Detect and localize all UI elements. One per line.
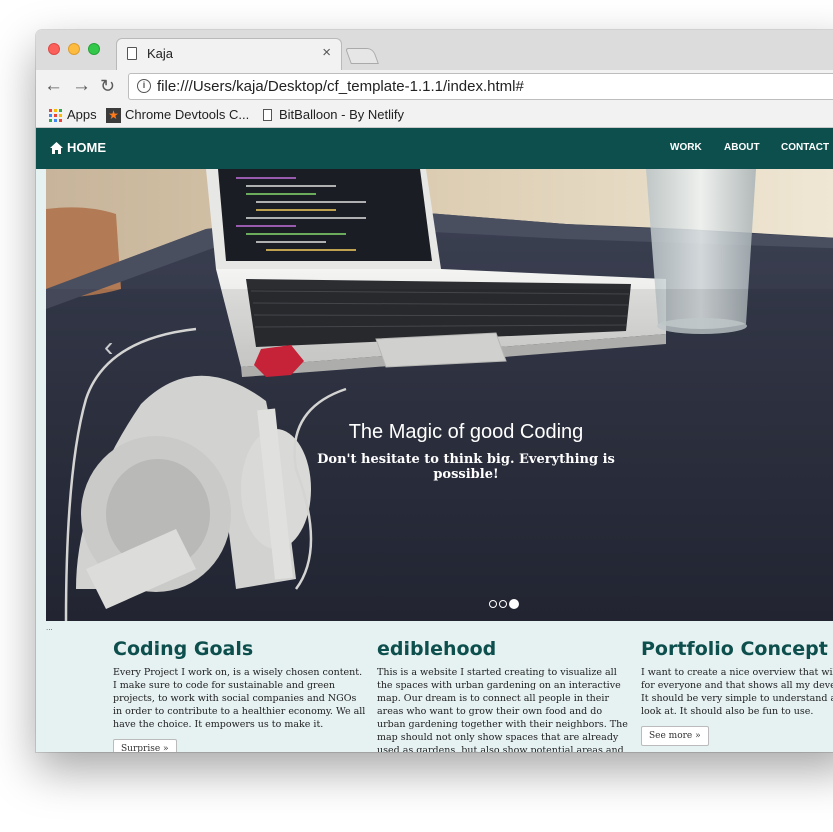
web-page: HOME WORK ABOUT CONTACT ‹ The Magic of g…	[36, 128, 833, 752]
bookmark-apps[interactable]: Apps	[67, 107, 97, 122]
hero-carousel: ‹ The Magic of good Coding Don't hesitat…	[46, 169, 833, 621]
browser-window: Kaja × ← → ↻ i file:///Users/kaja/Deskto…	[36, 30, 833, 752]
reload-icon[interactable]: ↻	[100, 75, 115, 97]
carousel-prev-arrow[interactable]: ‹	[104, 331, 113, 363]
column-text: Every Project I work on, is a wisely cho…	[113, 667, 366, 730]
window-close-button[interactable]	[48, 43, 60, 55]
tab-title: Kaja	[147, 46, 174, 61]
forward-arrow-icon[interactable]: →	[72, 75, 91, 97]
feature-column-portfolio-concept: Portfolio Concept I want to create a nic…	[641, 638, 833, 746]
star-icon[interactable]: ★	[106, 108, 121, 123]
document-icon[interactable]	[263, 109, 272, 121]
hero-ellipsis: ...	[46, 623, 53, 632]
hero-subtitle: Don't hesitate to think big. Everything …	[317, 452, 615, 482]
window-minimize-button[interactable]	[68, 43, 80, 55]
nav-home-link[interactable]: HOME	[50, 140, 106, 155]
carousel-indicator-3[interactable]	[509, 599, 519, 609]
url-text[interactable]: file:///Users/kaja/Desktop/cf_template-1…	[157, 78, 524, 95]
site-navbar: HOME WORK ABOUT CONTACT	[36, 128, 833, 169]
nav-work-link[interactable]: WORK	[670, 142, 702, 153]
column-title: ediblehood	[377, 638, 497, 660]
new-tab-button[interactable]	[345, 48, 379, 64]
tab-strip: Kaja ×	[36, 30, 833, 70]
bookmark-bitballoon[interactable]: BitBalloon - By Netlify	[279, 107, 404, 122]
address-bar[interactable]: i file:///Users/kaja/Desktop/cf_template…	[128, 73, 833, 100]
nav-contact-link[interactable]: CONTACT	[781, 142, 829, 153]
carousel-indicator-1[interactable]	[489, 600, 497, 608]
back-arrow-icon[interactable]: ←	[44, 75, 63, 97]
column-title: Coding Goals	[113, 638, 254, 660]
feature-column-ediblehood: ediblehood This is a website I started c…	[377, 638, 632, 752]
column-title: Portfolio Concept	[641, 638, 828, 660]
window-maximize-button[interactable]	[88, 43, 100, 55]
apps-grid-icon[interactable]	[49, 109, 62, 122]
column-text: This is a website I started creating to …	[377, 667, 628, 752]
hero-title: The Magic of good Coding	[348, 421, 584, 443]
nav-home-label: HOME	[67, 140, 106, 155]
bookmarks-bar: Apps ★ Chrome Devtools C... BitBalloon -…	[36, 104, 833, 128]
tab-close-icon[interactable]: ×	[322, 44, 331, 61]
feature-column-coding-goals: Coding Goals Every Project I work on, is…	[113, 638, 368, 752]
document-icon	[127, 47, 137, 60]
carousel-indicator-2[interactable]	[499, 600, 507, 608]
surprise-button[interactable]: Surprise »	[113, 739, 177, 752]
browser-toolbar: ← → ↻ i file:///Users/kaja/Desktop/cf_te…	[36, 70, 833, 104]
bookmark-devtools[interactable]: Chrome Devtools C...	[125, 107, 249, 122]
home-icon	[50, 142, 63, 154]
browser-tab[interactable]: Kaja ×	[116, 38, 342, 70]
info-icon[interactable]: i	[137, 79, 151, 93]
nav-about-link[interactable]: ABOUT	[724, 142, 760, 153]
hero-photo	[46, 169, 833, 621]
column-text: I want to create a nice overview that wi…	[641, 667, 833, 717]
see-more-button[interactable]: See more »	[641, 726, 709, 746]
